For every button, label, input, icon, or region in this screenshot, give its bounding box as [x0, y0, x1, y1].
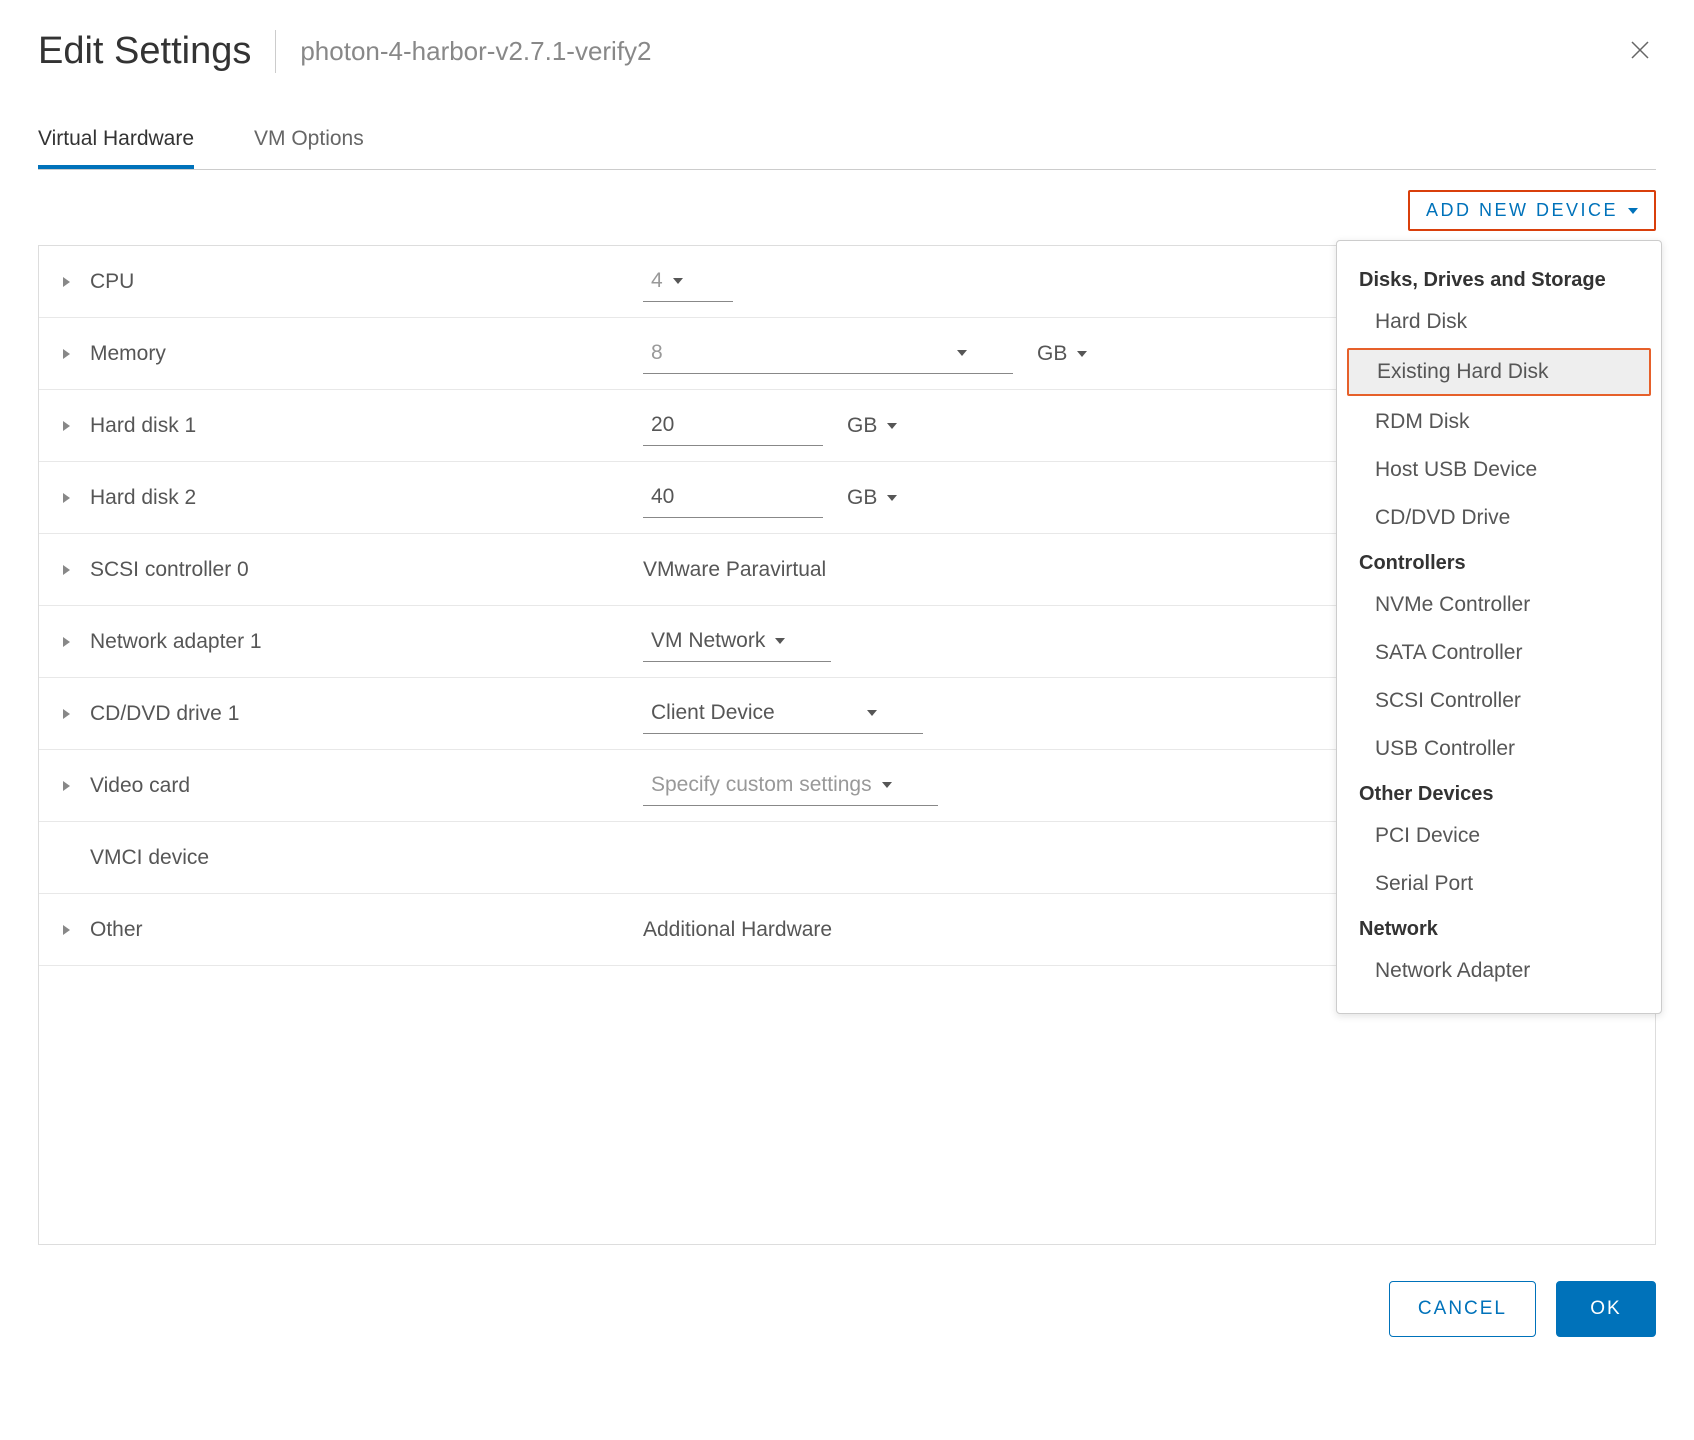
row-label: Other	[90, 918, 143, 942]
close-button[interactable]	[1624, 34, 1656, 69]
row-label: Network adapter 1	[90, 630, 262, 654]
row-label: Video card	[90, 774, 190, 798]
chevron-down-icon	[673, 278, 683, 284]
row-label: CPU	[90, 270, 134, 294]
chevron-right-icon	[63, 781, 70, 791]
video-select[interactable]: Specify custom settings	[643, 765, 938, 806]
chevron-down-icon	[867, 710, 877, 716]
dropdown-group-header: Other Devices	[1337, 773, 1661, 812]
dropdown-item-serial-port[interactable]: Serial Port	[1337, 860, 1661, 908]
row-label: CD/DVD drive 1	[90, 702, 239, 726]
row-label: Memory	[90, 342, 166, 366]
row-label: Hard disk 2	[90, 486, 196, 510]
memory-size-select[interactable]: 8	[643, 333, 1013, 374]
chevron-right-icon	[63, 925, 70, 935]
cpu-select[interactable]: 4	[643, 261, 733, 302]
tab-virtual-hardware[interactable]: Virtual Hardware	[38, 113, 194, 169]
chevron-right-icon	[63, 709, 70, 719]
dropdown-item-usb-controller[interactable]: USB Controller	[1337, 725, 1661, 773]
hd1-size-input[interactable]	[643, 405, 823, 446]
network-select[interactable]: VM Network	[643, 621, 831, 662]
dropdown-group-header: Network	[1337, 908, 1661, 947]
dropdown-item-hard-disk[interactable]: Hard Disk	[1337, 298, 1661, 346]
dropdown-group-header: Controllers	[1337, 542, 1661, 581]
add-device-dropdown: Disks, Drives and Storage Hard Disk Exis…	[1336, 240, 1662, 1014]
row-label: SCSI controller 0	[90, 558, 249, 582]
dropdown-group-header: Disks, Drives and Storage	[1337, 259, 1661, 298]
edit-settings-dialog: Edit Settings photon-4-harbor-v2.7.1-ver…	[0, 0, 1694, 1367]
chevron-right-icon	[63, 493, 70, 503]
close-icon	[1628, 38, 1652, 62]
chevron-right-icon	[63, 637, 70, 647]
ok-button[interactable]: OK	[1556, 1281, 1656, 1337]
dropdown-item-sata-controller[interactable]: SATA Controller	[1337, 629, 1661, 677]
dropdown-item-existing-hard-disk[interactable]: Existing Hard Disk	[1347, 348, 1651, 396]
dropdown-item-host-usb-device[interactable]: Host USB Device	[1337, 446, 1661, 494]
chevron-down-icon	[887, 423, 897, 429]
chevron-right-icon	[63, 349, 70, 359]
dropdown-item-nvme-controller[interactable]: NVMe Controller	[1337, 581, 1661, 629]
dropdown-item-cd-dvd-drive[interactable]: CD/DVD Drive	[1337, 494, 1661, 542]
chevron-right-icon	[63, 277, 70, 287]
chevron-down-icon	[957, 350, 967, 356]
dropdown-item-pci-device[interactable]: PCI Device	[1337, 812, 1661, 860]
dropdown-item-scsi-controller[interactable]: SCSI Controller	[1337, 677, 1661, 725]
add-new-device-label: ADD NEW DEVICE	[1426, 200, 1618, 221]
row-label: VMCI device	[90, 846, 209, 870]
dialog-title: Edit Settings	[38, 30, 276, 73]
hd2-size-input[interactable]	[643, 477, 823, 518]
hd1-unit-select[interactable]: GB	[839, 406, 943, 446]
cddvd-select[interactable]: Client Device	[643, 693, 923, 734]
dialog-header: Edit Settings photon-4-harbor-v2.7.1-ver…	[38, 30, 1656, 73]
chevron-right-icon	[63, 565, 70, 575]
hd2-unit-select[interactable]: GB	[839, 478, 943, 518]
dialog-footer: CANCEL OK	[38, 1281, 1656, 1337]
chevron-down-icon	[1628, 208, 1638, 214]
row-label: Hard disk 1	[90, 414, 196, 438]
memory-unit-select[interactable]: GB	[1029, 334, 1133, 374]
dialog-subtitle: photon-4-harbor-v2.7.1-verify2	[276, 36, 1624, 67]
dropdown-item-rdm-disk[interactable]: RDM Disk	[1337, 398, 1661, 446]
cancel-button[interactable]: CANCEL	[1389, 1281, 1536, 1337]
scsi-value: VMware Paravirtual	[643, 558, 826, 582]
chevron-down-icon	[887, 495, 897, 501]
tab-vm-options[interactable]: VM Options	[254, 113, 364, 169]
chevron-down-icon	[882, 782, 892, 788]
tabs: Virtual Hardware VM Options	[38, 113, 1656, 170]
chevron-down-icon	[1077, 351, 1087, 357]
chevron-right-icon	[63, 421, 70, 431]
toolbar: ADD NEW DEVICE Disks, Drives and Storage…	[38, 190, 1656, 231]
add-new-device-button[interactable]: ADD NEW DEVICE	[1408, 190, 1656, 231]
chevron-down-icon	[775, 638, 785, 644]
dropdown-item-network-adapter[interactable]: Network Adapter	[1337, 947, 1661, 995]
other-value: Additional Hardware	[643, 918, 832, 942]
